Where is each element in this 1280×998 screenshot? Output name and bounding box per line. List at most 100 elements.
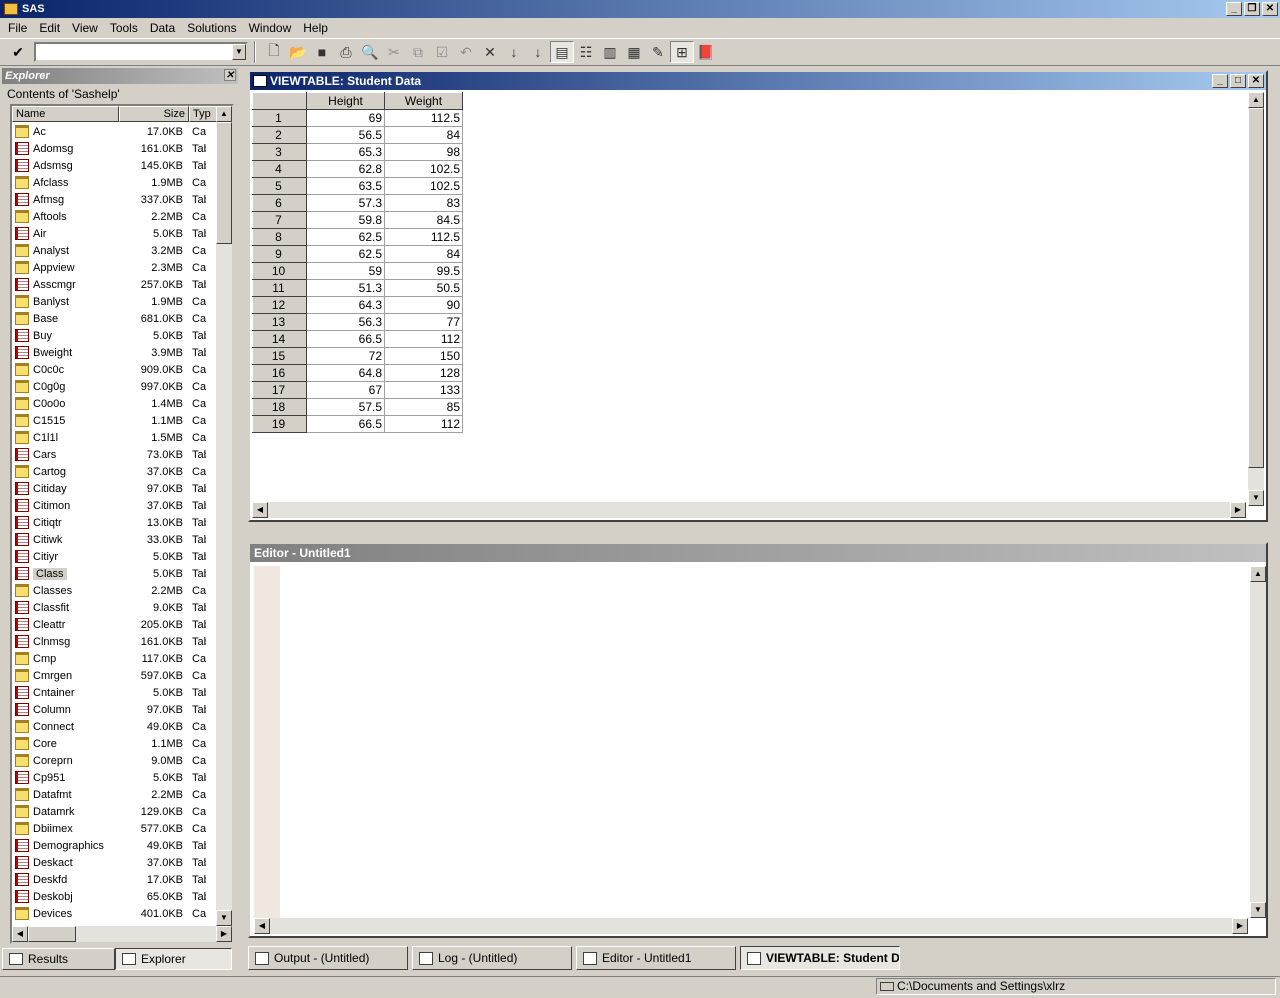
table-row[interactable]: 9 62.5 84	[252, 245, 463, 263]
list-item[interactable]: Datamrk 129.0KB Cata	[12, 803, 220, 820]
list-item[interactable]: Appview 2.3MB Cata	[12, 259, 220, 276]
menu-solutions[interactable]: Solutions	[181, 21, 242, 35]
cell-weight[interactable]: 112	[384, 330, 463, 348]
list-item[interactable]: Classes 2.2MB Cata	[12, 582, 220, 599]
menu-file[interactable]: File	[2, 21, 33, 35]
list-item[interactable]: Cars 73.0KB Tabl	[12, 446, 220, 463]
cell-height[interactable]: 67	[306, 381, 385, 399]
cell-weight[interactable]: 112.5	[384, 109, 463, 127]
tab-viewtable[interactable]: VIEWTABLE: Student D...	[740, 946, 900, 970]
cell-height[interactable]: 69	[306, 109, 385, 127]
row-number[interactable]: 15	[252, 347, 307, 365]
scroll-down-icon[interactable]: ▼	[1250, 902, 1266, 918]
table-row[interactable]: 13 56.3 77	[252, 313, 463, 331]
tab-results[interactable]: Results	[2, 948, 115, 970]
list-item[interactable]: Cntainer 5.0KB Tabl	[12, 684, 220, 701]
viewtable-maximize-button[interactable]: □	[1230, 74, 1246, 88]
sort-descending-icon[interactable]: ↓	[526, 41, 550, 63]
cell-weight[interactable]: 150	[384, 347, 463, 365]
viewtable-vertical-scrollbar[interactable]: ▲ ▼	[1248, 92, 1264, 506]
list-item[interactable]: C1l1l 1.5MB Cata	[12, 429, 220, 446]
column-header-name[interactable]: Name	[12, 106, 119, 122]
table-row[interactable]: 4 62.8 102.5	[252, 160, 463, 178]
current-folder-status[interactable]: C:\Documents and Settings\xlrz	[876, 978, 1276, 995]
row-number[interactable]: 1	[252, 109, 307, 127]
list-item[interactable]: Demographics 49.0KB Tabl	[12, 837, 220, 854]
list-item[interactable]: Citiday 97.0KB Tabl	[12, 480, 220, 497]
list-item[interactable]: Connect 49.0KB Cata	[12, 718, 220, 735]
list-item[interactable]: Buy 5.0KB Tabl	[12, 327, 220, 344]
list-item[interactable]: Adomsg 161.0KB Tabl	[12, 140, 220, 157]
menu-data[interactable]: Data	[144, 21, 181, 35]
data-grid[interactable]: Height Weight 1 69 112.5 2 56.5 84 3 65.3 98 4 62.…	[252, 92, 463, 433]
cell-weight[interactable]: 77	[384, 313, 463, 331]
tab-editor[interactable]: Editor - Untitled1	[576, 946, 736, 970]
row-number[interactable]: 12	[252, 296, 307, 314]
list-item[interactable]: Clnmsg 161.0KB Tabl	[12, 633, 220, 650]
list-item[interactable]: Citimon 37.0KB Tabl	[12, 497, 220, 514]
cell-weight[interactable]: 98	[384, 143, 463, 161]
edit-mode-icon[interactable]: ✎	[646, 41, 670, 63]
scroll-up-icon[interactable]: ▲	[1248, 92, 1264, 108]
horizontal-scroll-thumb[interactable]	[28, 926, 76, 942]
list-item[interactable]: Coreprn 9.0MB Cata	[12, 752, 220, 769]
list-item[interactable]: Core 1.1MB Cata	[12, 735, 220, 752]
menu-edit[interactable]: Edit	[33, 21, 66, 35]
tab-output[interactable]: Output - (Untitled)	[248, 946, 408, 970]
explorer-vertical-scrollbar[interactable]: ▲ ▼	[216, 106, 232, 926]
cell-weight[interactable]: 102.5	[384, 177, 463, 195]
explorer-close-icon[interactable]: ✕	[224, 69, 236, 81]
cell-weight[interactable]: 99.5	[384, 262, 463, 280]
table-row[interactable]: 11 51.3 50.5	[252, 279, 463, 297]
list-item[interactable]: Afmsg 337.0KB Tabl	[12, 191, 220, 208]
viewtable-horizontal-scrollbar[interactable]: ◀ ▶	[252, 502, 1246, 518]
menu-help[interactable]: Help	[297, 21, 334, 35]
scroll-right-icon[interactable]: ▶	[1232, 918, 1248, 934]
column-header-weight[interactable]: Weight	[384, 92, 463, 110]
cell-height[interactable]: 65.3	[306, 143, 385, 161]
list-item[interactable]: Adsmsg 145.0KB Tabl	[12, 157, 220, 174]
cell-weight[interactable]: 84	[384, 245, 463, 263]
row-number[interactable]: 9	[252, 245, 307, 263]
row-number[interactable]: 16	[252, 364, 307, 382]
editor-horizontal-scrollbar[interactable]: ◀ ▶	[254, 918, 1248, 934]
tab-explorer[interactable]: Explorer	[115, 948, 232, 970]
scroll-left-icon[interactable]: ◀	[254, 918, 270, 934]
table-row[interactable]: 2 56.5 84	[252, 126, 463, 144]
list-item[interactable]: Column 97.0KB Tabl	[12, 701, 220, 718]
list-item[interactable]: Air 5.0KB Tabl	[12, 225, 220, 242]
list-item[interactable]: C1515 1.1MB Cata	[12, 412, 220, 429]
row-number[interactable]: 2	[252, 126, 307, 144]
list-item[interactable]: C0o0o 1.4MB Cata	[12, 395, 220, 412]
cell-weight[interactable]: 83	[384, 194, 463, 212]
table-row[interactable]: 12 64.3 90	[252, 296, 463, 314]
list-item[interactable]: Analyst 3.2MB Cata	[12, 242, 220, 259]
cell-weight[interactable]: 84.5	[384, 211, 463, 229]
cell-height[interactable]: 72	[306, 347, 385, 365]
table-view-icon[interactable]: ▤	[550, 41, 574, 63]
row-attributes-icon[interactable]: ▦	[622, 41, 646, 63]
cell-weight[interactable]: 128	[384, 364, 463, 382]
row-number[interactable]: 17	[252, 381, 307, 399]
row-number[interactable]: 10	[252, 262, 307, 280]
row-number[interactable]: 3	[252, 143, 307, 161]
list-item[interactable]: Aftools 2.2MB Cata	[12, 208, 220, 225]
cell-weight[interactable]: 50.5	[384, 279, 463, 297]
print-icon[interactable]: ⎙	[334, 41, 358, 63]
table-row[interactable]: 7 59.8 84.5	[252, 211, 463, 229]
list-item[interactable]: Devices 401.0KB Cata	[12, 905, 220, 922]
cell-height[interactable]: 56.3	[306, 313, 385, 331]
scroll-down-icon[interactable]: ▼	[1248, 490, 1264, 506]
table-row[interactable]: 15 72 150	[252, 347, 463, 365]
table-row[interactable]: 6 57.3 83	[252, 194, 463, 212]
column-header-height[interactable]: Height	[306, 92, 385, 110]
row-number[interactable]: 8	[252, 228, 307, 246]
table-row[interactable]: 18 57.5 85	[252, 398, 463, 416]
row-number[interactable]: 14	[252, 330, 307, 348]
table-row[interactable]: 5 63.5 102.5	[252, 177, 463, 195]
cell-weight[interactable]: 90	[384, 296, 463, 314]
table-row[interactable]: 17 67 133	[252, 381, 463, 399]
restore-button[interactable]: ❐	[1244, 2, 1260, 16]
copy-icon[interactable]: ⧉	[406, 41, 430, 63]
list-item[interactable]: Base 681.0KB Cata	[12, 310, 220, 327]
